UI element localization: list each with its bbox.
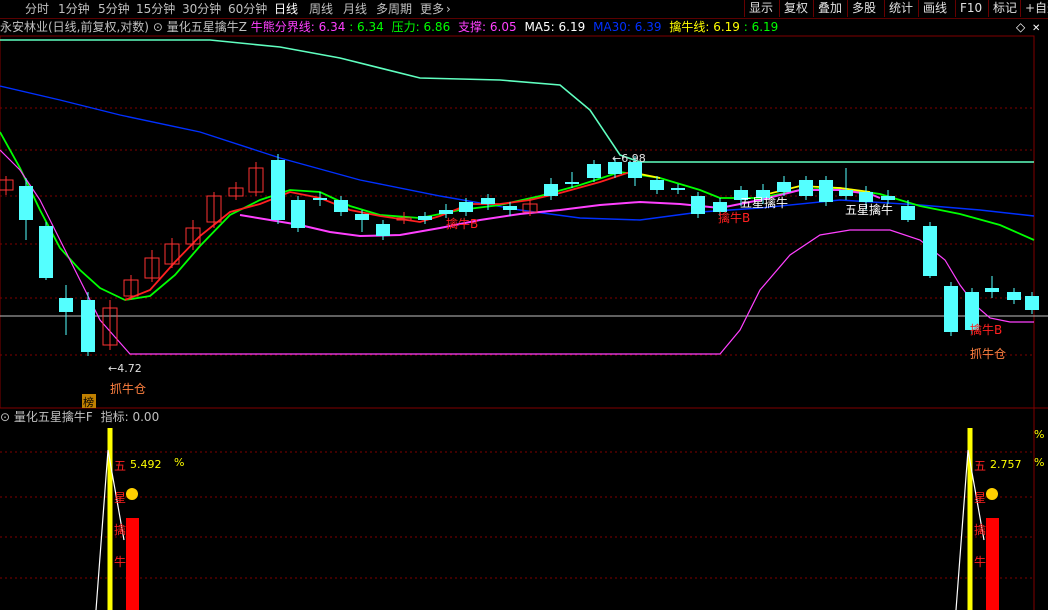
candle-body-16 bbox=[334, 200, 348, 212]
sub-label-0-1: 星 bbox=[114, 491, 126, 505]
annotation-qinniub-3: 擒牛B bbox=[970, 322, 1002, 337]
candle-body-15 bbox=[313, 198, 327, 200]
smiley-icon-1 bbox=[986, 488, 998, 500]
annotation-qinniub-1: 擒牛B bbox=[446, 216, 478, 231]
diamond-icon: ◇ bbox=[1016, 20, 1026, 34]
annotation-wuxing-2: 五星擒牛 bbox=[845, 202, 893, 217]
annotation-wuxing-1: 五星擒牛 bbox=[740, 195, 788, 210]
sub-red-bar-1 bbox=[986, 518, 999, 610]
candle-body-40 bbox=[839, 190, 853, 196]
candle-body-17 bbox=[355, 214, 369, 220]
candle-body-43 bbox=[901, 206, 915, 220]
candle-body-21 bbox=[439, 210, 453, 214]
sub-red-bar-0 bbox=[126, 518, 139, 610]
candle-body-22 bbox=[459, 202, 473, 212]
candle-body-31 bbox=[650, 180, 664, 190]
sub-label-0-2: 擒 bbox=[114, 522, 126, 537]
candle-body-32 bbox=[671, 188, 685, 190]
sub-pct-value-1: 2.757 bbox=[990, 458, 1022, 471]
candle-body-4 bbox=[81, 300, 95, 352]
sub-label-1-2: 擒 bbox=[974, 522, 986, 537]
candle-body-28 bbox=[587, 164, 601, 178]
high-price-label: ←6.98 bbox=[612, 152, 646, 165]
candle-body-49 bbox=[1025, 296, 1039, 310]
smiley-icon-0 bbox=[126, 488, 138, 500]
sub-pct-icon: % bbox=[1034, 428, 1044, 441]
candle-body-26 bbox=[544, 184, 558, 196]
candle-body-47 bbox=[985, 288, 999, 292]
candle-body-24 bbox=[503, 206, 517, 210]
main-frame bbox=[0, 35, 1035, 409]
candle-body-1 bbox=[19, 186, 33, 220]
candle-body-45 bbox=[944, 286, 958, 332]
close-icon: ✕ bbox=[1032, 23, 1040, 34]
candle-body-23 bbox=[481, 198, 495, 204]
candle-body-3 bbox=[59, 298, 73, 312]
candle-body-38 bbox=[799, 180, 813, 196]
candle-body-39 bbox=[819, 180, 833, 202]
sub-pct-unit-1: % bbox=[1034, 456, 1044, 469]
sub-label-0-0: 五 bbox=[114, 459, 126, 473]
candle-body-13 bbox=[271, 160, 285, 220]
annotation-zhuaniucang-1: 抓牛仓 bbox=[110, 381, 146, 396]
sub-label-0-3: 牛 bbox=[114, 554, 126, 569]
support-line bbox=[0, 149, 1034, 355]
sub-pct-value-0: 5.492 bbox=[130, 458, 162, 471]
candle-body-27 bbox=[565, 182, 579, 184]
candle-body-18 bbox=[376, 224, 390, 236]
annotation-zhuaniucang-2: 抓牛仓 bbox=[970, 346, 1006, 361]
ma30-line bbox=[0, 85, 1035, 221]
candle-body-37 bbox=[777, 182, 791, 192]
annotation-qinniub-2: 擒牛B bbox=[718, 210, 750, 225]
candle-body-44 bbox=[923, 226, 937, 276]
candle-body-48 bbox=[1007, 292, 1021, 300]
sub-label-1-0: 五 bbox=[974, 459, 986, 473]
sub-pct-unit-0: % bbox=[174, 456, 184, 469]
candle-body-2 bbox=[39, 226, 53, 278]
sub-label-1-3: 牛 bbox=[974, 554, 986, 569]
candle-body-20 bbox=[418, 216, 432, 220]
sub-label-1-1: 星 bbox=[974, 491, 986, 505]
kline-chart[interactable]: ◇ ✕%←6.98←4.72抓牛仓擒牛B 擒牛B五星擒牛 五星擒牛擒牛B抓牛仓榜5.4… bbox=[0, 0, 1048, 610]
candle-body-42 bbox=[881, 196, 895, 200]
candle-body-33 bbox=[691, 196, 705, 214]
candle-body-14 bbox=[291, 200, 305, 228]
low-price-label: ←4.72 bbox=[108, 362, 142, 375]
badge-label: 榜 bbox=[83, 395, 94, 409]
pressure-line bbox=[0, 39, 1034, 163]
candle-body-41 bbox=[859, 192, 873, 202]
